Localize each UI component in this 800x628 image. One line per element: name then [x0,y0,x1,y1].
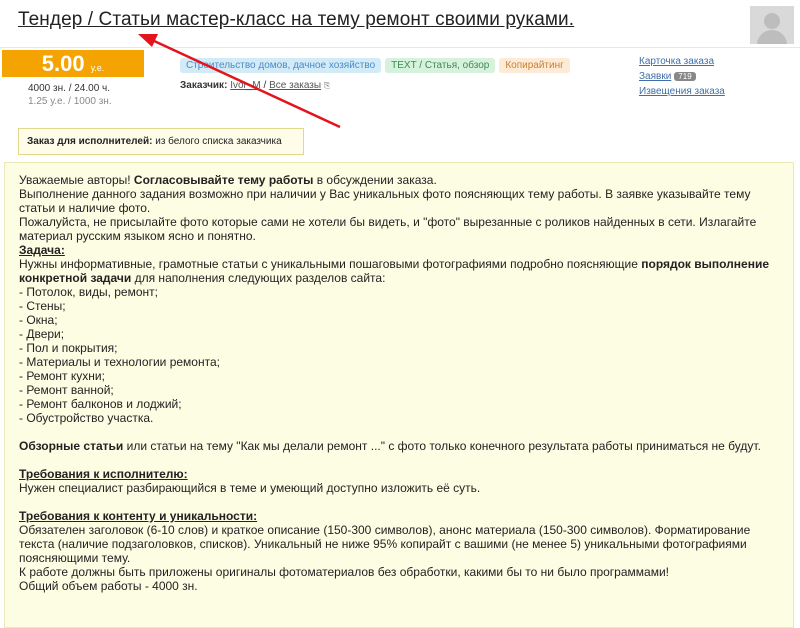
task-text: Нужны информативные, грамотные статьи с … [19,257,779,285]
req-content-text-1: Обязателен заголовок (6-10 слов) и кратк… [19,523,751,565]
category-tags: Строительство домов, дачное хозяйство TE… [180,58,570,73]
order-card-link[interactable]: Карточка заказа [639,56,714,67]
avatar-body-shape [757,30,787,44]
order-notices-link[interactable]: Извещения заказа [639,86,725,97]
order-links: Карточка заказа Заявки 719 Извещения зака… [639,54,725,99]
list-item: - Ремонт ванной; [19,383,114,397]
intro-line-1: Уважаемые авторы! Согласовывайте тему ра… [19,173,779,187]
executor-info-box: Заказ для исполнителей: из белого списка… [18,128,304,155]
list-item: - Окна; [19,313,58,327]
order-description: Уважаемые авторы! Согласовывайте тему ра… [4,162,794,628]
tag-genre[interactable]: Копирайтинг [499,58,570,73]
req-exec-heading: Требования к исполнителю: [19,467,188,481]
req-content-heading: Требования к контенту и уникальности: [19,509,258,523]
list-item: - Стены; [19,299,66,313]
task-text-a: Нужны информативные, грамотные статьи с … [19,257,642,271]
all-orders-link[interactable]: Все заказы [269,80,321,91]
applications-link[interactable]: Заявки [639,71,671,82]
avatar-head-shape [764,13,780,29]
customer-link[interactable]: Ivor_M [230,80,261,91]
list-item: - Материалы и технологии ремонта; [19,355,220,369]
task-heading: Задача: [19,243,65,257]
list-item: - Пол и покрытия; [19,341,118,355]
customer-label: Заказчик: [180,80,228,91]
page-title: Тендер / Статьи мастер-класс на тему рем… [18,9,575,30]
price-value: 5.00 [41,50,85,76]
intro-line-2: Выполнение данного задания возможно при … [19,187,751,215]
order-rate: 1.25 у.е. / 1000 зн. [28,96,112,107]
price-badge: 5.00 у.е. [2,50,144,77]
intro-emphasis: Согласовывайте тему работы [133,173,314,187]
tag-category[interactable]: Строительство домов, дачное хозяйство [180,58,382,73]
task-text-c: для наполнения следующих разделов сайта: [131,271,386,285]
list-item: - Потолок, виды, ремонт; [19,285,158,299]
review-note: Обзорные статьи или статьи на тему "Как … [19,439,779,453]
req-content-text-3: Общий объем работы - 4000 зн. [19,579,198,593]
req-exec-text: Нужен специалист разбирающийся в теме и … [19,481,481,495]
tag-type[interactable]: TEXT / Статья, обзор [385,58,496,73]
price-currency: у.е. [90,62,105,73]
external-link-icon: ⎘ [323,81,331,90]
intro-text-end: в обсуждении заказа. [313,173,437,187]
list-item: - Ремонт балконов и лоджий; [19,397,182,411]
list-item: - Двери; [19,327,65,341]
order-volume: 4000 зн. / 24.00 ч. [28,83,111,94]
applications-count-badge: 719 [674,72,696,81]
review-emphasis: Обзорные статьи [19,439,124,453]
customer-line: Заказчик: Ivor_M / Все заказы ⎘ [180,80,330,91]
executor-value: из белого списка заказчика [155,136,282,147]
list-item: - Ремонт кухни; [19,369,105,383]
sections-list: - Потолок, виды, ремонт; - Стены; - Окна… [19,285,779,425]
intro-text: Уважаемые авторы! [19,173,134,187]
customer-separator: / [263,80,267,91]
arrow-head [138,34,158,47]
executor-label: Заказ для исполнителей: [27,136,153,147]
req-content-text-2: К работе должны быть приложены оригиналы… [19,565,669,579]
intro-line-3: Пожалуйста, не присылайте фото которые с… [19,215,757,243]
avatar[interactable] [750,6,794,44]
list-item: - Обустройство участка. [19,411,154,425]
divider [0,47,800,48]
review-text: или статьи на тему "Как мы делали ремонт… [123,439,761,453]
